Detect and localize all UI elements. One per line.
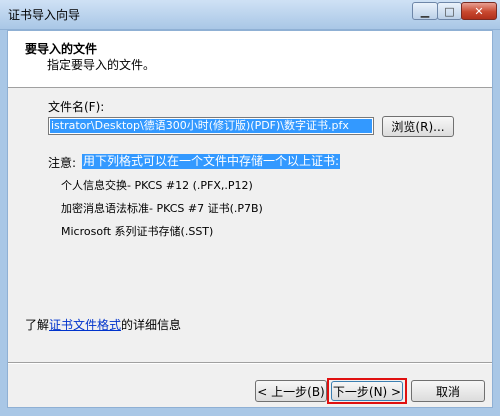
button-separator [8, 362, 492, 364]
file-name-input[interactable]: istrator\Desktop\德语300小时(修订版)(PDF)\数字证书.… [48, 117, 374, 135]
maximize-icon: □ [444, 4, 455, 18]
learn-more-suffix: 的详细信息 [121, 318, 182, 332]
maximize-button[interactable]: □ [437, 2, 462, 20]
learn-more-prefix: 了解 [25, 318, 50, 332]
close-button[interactable]: ✕ [461, 2, 497, 20]
file-name-value: istrator\Desktop\德语300小时(修订版)(PDF)\数字证书.… [50, 119, 372, 133]
note-prefix: 注意: [48, 156, 77, 170]
wizard-body: 要导入的文件 指定要导入的文件。 文件名(F): istrator\Deskto… [7, 30, 493, 408]
page-subtitle: 指定要导入的文件。 [47, 58, 156, 72]
browse-button[interactable]: 浏览(R)... [382, 116, 454, 137]
learn-more-text: 了解证书文件格式的详细信息 [25, 316, 181, 333]
close-icon: ✕ [474, 4, 484, 18]
format-item-sst: Microsoft 系列证书存储(.SST) [61, 225, 214, 238]
note-text: 用下列格式可以在一个文件中存储一个以上证书: [82, 154, 341, 169]
format-item-p7b: 加密消息语法标准- PKCS #7 证书(.P7B) [61, 202, 263, 215]
wizard-header: 要导入的文件 指定要导入的文件。 [8, 31, 492, 88]
cert-format-link[interactable]: 证书文件格式 [49, 318, 121, 332]
window-title: 证书导入向导 [8, 8, 81, 22]
page-title: 要导入的文件 [25, 42, 98, 56]
minimize-button[interactable]: ▁ [412, 2, 438, 20]
minimize-icon: ▁ [420, 4, 430, 18]
title-bar: 证书导入向导 ▁ □ ✕ [0, 0, 500, 30]
back-button[interactable]: < 上一步(B) [255, 380, 327, 402]
next-button[interactable]: 下一步(N) > [331, 381, 403, 401]
cancel-button[interactable]: 取消 [411, 380, 485, 402]
file-name-label: 文件名(F): [48, 100, 105, 114]
format-item-pfx: 个人信息交换- PKCS #12 (.PFX,.P12) [61, 179, 253, 192]
